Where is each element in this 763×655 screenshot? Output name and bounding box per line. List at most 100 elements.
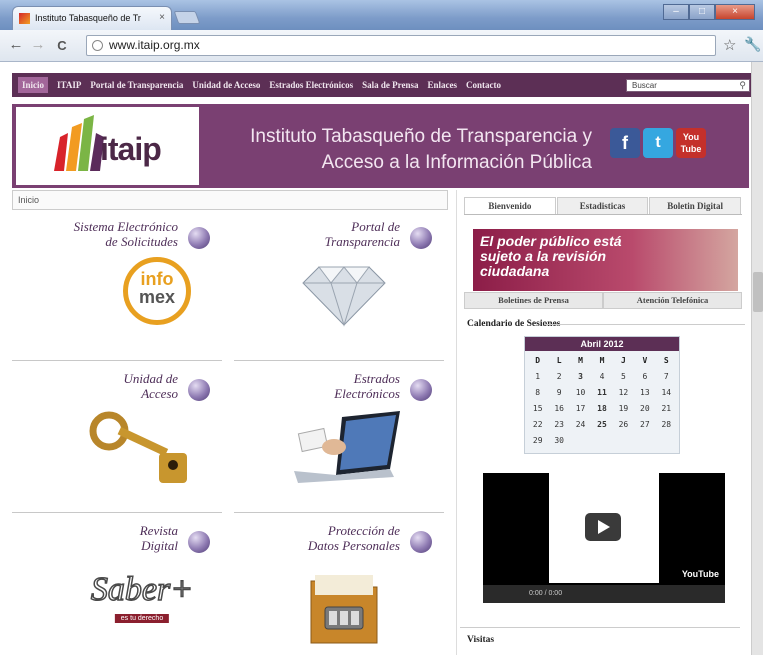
- card-title-line2: Datos Personales: [307, 538, 400, 553]
- video-player[interactable]: YouTube 0:00 / 0:00: [483, 473, 725, 603]
- calendar: Abril 2012 D L M M J V S 1 2 3 4 5 6 7 8…: [524, 336, 680, 454]
- nav-inicio[interactable]: Inicio: [18, 77, 49, 93]
- browser-toolbar: ← → C www.itaip.org.mx ☆ 🔧: [0, 30, 763, 62]
- tab-close-icon[interactable]: ×: [159, 7, 165, 29]
- card-title-line2: Electrónicos: [334, 386, 400, 401]
- folder-lock-icon: [310, 575, 378, 644]
- social-links: f t You Tube: [610, 128, 709, 158]
- logo[interactable]: itaip: [16, 107, 199, 185]
- card-unidad-acceso[interactable]: Unidad de Acceso: [12, 365, 222, 513]
- orb-icon: [410, 379, 432, 401]
- card-estrados-electronicos[interactable]: Estrados Electrónicos: [234, 365, 444, 513]
- key-icon: [89, 411, 187, 483]
- card-title-line1: Revista: [139, 523, 178, 538]
- calendar-date-session[interactable]: 11: [591, 385, 612, 401]
- search-input[interactable]: Buscar ⚲: [626, 79, 750, 92]
- calendar-date[interactable]: 15: [527, 401, 548, 417]
- logo-text: itaip: [100, 131, 162, 167]
- close-window-button[interactable]: ×: [715, 4, 755, 20]
- search-icon[interactable]: ⚲: [739, 80, 746, 91]
- calendar-date[interactable]: 26: [613, 417, 634, 433]
- facebook-icon[interactable]: f: [610, 128, 640, 158]
- card-revista-digital[interactable]: Revista Digital Saber+ es tu derecho: [12, 517, 222, 655]
- bookmark-star-icon[interactable]: ☆: [723, 36, 736, 54]
- calendar-day-header: J: [621, 356, 626, 365]
- calendar-grid: D L M M J V S 1 2 3 4 5 6 7 8 9 10 11 12…: [525, 351, 679, 453]
- calendar-date[interactable]: 12: [613, 385, 634, 401]
- calendar-date[interactable]: 20: [634, 401, 655, 417]
- calendar-date[interactable]: 19: [613, 401, 634, 417]
- card-title: Estrados Electrónicos: [334, 371, 400, 401]
- saber-tagline: es tu derecho: [114, 614, 170, 623]
- calendar-date[interactable]: 14: [656, 385, 677, 401]
- card-sistema-electronico[interactable]: Sistema Electrónico de Solicitudes info m…: [12, 213, 222, 361]
- calendar-date[interactable]: 5: [613, 369, 634, 385]
- calendar-date[interactable]: 22: [527, 417, 548, 433]
- new-tab-button[interactable]: [173, 11, 201, 24]
- web-page: Inicio ITAIP Portal de Transparencia Uni…: [12, 62, 763, 655]
- calendar-date[interactable]: 8: [527, 385, 548, 401]
- infomex-logo: info mex: [123, 257, 191, 325]
- calendar-date[interactable]: 17: [570, 401, 591, 417]
- calendar-date[interactable]: 4: [591, 369, 612, 385]
- back-button[interactable]: ←: [6, 36, 26, 53]
- calendar-date[interactable]: 2: [548, 369, 569, 385]
- calendar-date[interactable]: 13: [634, 385, 655, 401]
- card-proteccion-datos[interactable]: Protección de Datos Personales: [234, 517, 444, 655]
- calendar-date[interactable]: 27: [634, 417, 655, 433]
- browser-tab[interactable]: Instituto Tabasqueño de Tr ×: [12, 6, 172, 30]
- search-placeholder: Buscar: [632, 81, 657, 90]
- calendar-date[interactable]: 21: [656, 401, 677, 417]
- promo-banner[interactable]: El poder público está sujeto a la revisi…: [473, 229, 738, 291]
- nav-unidad-acceso[interactable]: Unidad de Acceso: [192, 80, 260, 90]
- tab-estadisticas[interactable]: Estadisticas: [556, 197, 649, 214]
- card-title-line2: Digital: [141, 538, 178, 553]
- scrollbar-thumb[interactable]: [753, 272, 763, 312]
- nav-contacto[interactable]: Contacto: [466, 80, 501, 90]
- scrollbar[interactable]: [751, 62, 763, 655]
- calendar-date-session[interactable]: 25: [591, 417, 612, 433]
- twitter-icon[interactable]: t: [643, 128, 673, 158]
- tab-boletines-prensa[interactable]: Boletines de Prensa: [464, 292, 603, 309]
- calendar-date[interactable]: 16: [548, 401, 569, 417]
- nav-estrados[interactable]: Estrados Electrónicos: [269, 80, 353, 90]
- orb-icon: [410, 227, 432, 249]
- calendar-date[interactable]: 1: [527, 369, 548, 385]
- calendar-date[interactable]: 9: [548, 385, 569, 401]
- calendar-date[interactable]: 30: [548, 433, 569, 449]
- youtube-icon[interactable]: You Tube: [676, 128, 706, 158]
- calendar-date[interactable]: 24: [570, 417, 591, 433]
- video-controls[interactable]: 0:00 / 0:00: [483, 585, 725, 603]
- card-title-line1: Protección de: [327, 523, 400, 538]
- maximize-button[interactable]: □: [689, 4, 715, 20]
- breadcrumb[interactable]: Inicio: [12, 190, 448, 210]
- forward-button[interactable]: →: [28, 36, 48, 53]
- tab-bienvenido[interactable]: Bienvenido: [464, 197, 556, 214]
- tab-atencion-telefonica[interactable]: Atención Telefónica: [603, 292, 742, 309]
- address-bar[interactable]: www.itaip.org.mx: [86, 35, 716, 56]
- calendar-date[interactable]: 23: [548, 417, 569, 433]
- card-portal-transparencia[interactable]: Portal de Transparencia: [234, 213, 444, 361]
- card-title: Portal de Transparencia: [325, 219, 400, 249]
- nav-itaip[interactable]: ITAIP: [57, 80, 81, 90]
- window-controls: – □ ×: [663, 4, 755, 20]
- calendar-date-session[interactable]: 3: [570, 369, 591, 385]
- play-button-icon[interactable]: [585, 513, 621, 541]
- calendar-date[interactable]: 7: [656, 369, 677, 385]
- heading-rule: [545, 324, 745, 325]
- calendar-date[interactable]: 6: [634, 369, 655, 385]
- calendar-date-session[interactable]: 18: [591, 401, 612, 417]
- nav-enlaces[interactable]: Enlaces: [427, 80, 457, 90]
- reload-button[interactable]: C: [52, 38, 72, 53]
- wrench-menu-icon[interactable]: 🔧: [744, 36, 761, 53]
- calendar-day-header: L: [556, 356, 562, 365]
- calendar-date[interactable]: 28: [656, 417, 677, 433]
- minimize-button[interactable]: –: [663, 4, 689, 20]
- card-title-line2: de Solicitudes: [105, 234, 178, 249]
- calendar-date[interactable]: 10: [570, 385, 591, 401]
- nav-portal-transparencia[interactable]: Portal de Transparencia: [90, 80, 183, 90]
- page-icon: [92, 40, 103, 51]
- nav-sala-prensa[interactable]: Sala de Prensa: [362, 80, 418, 90]
- tab-boletin-digital[interactable]: Boletin Digital: [649, 197, 742, 214]
- calendar-date[interactable]: 29: [527, 433, 548, 449]
